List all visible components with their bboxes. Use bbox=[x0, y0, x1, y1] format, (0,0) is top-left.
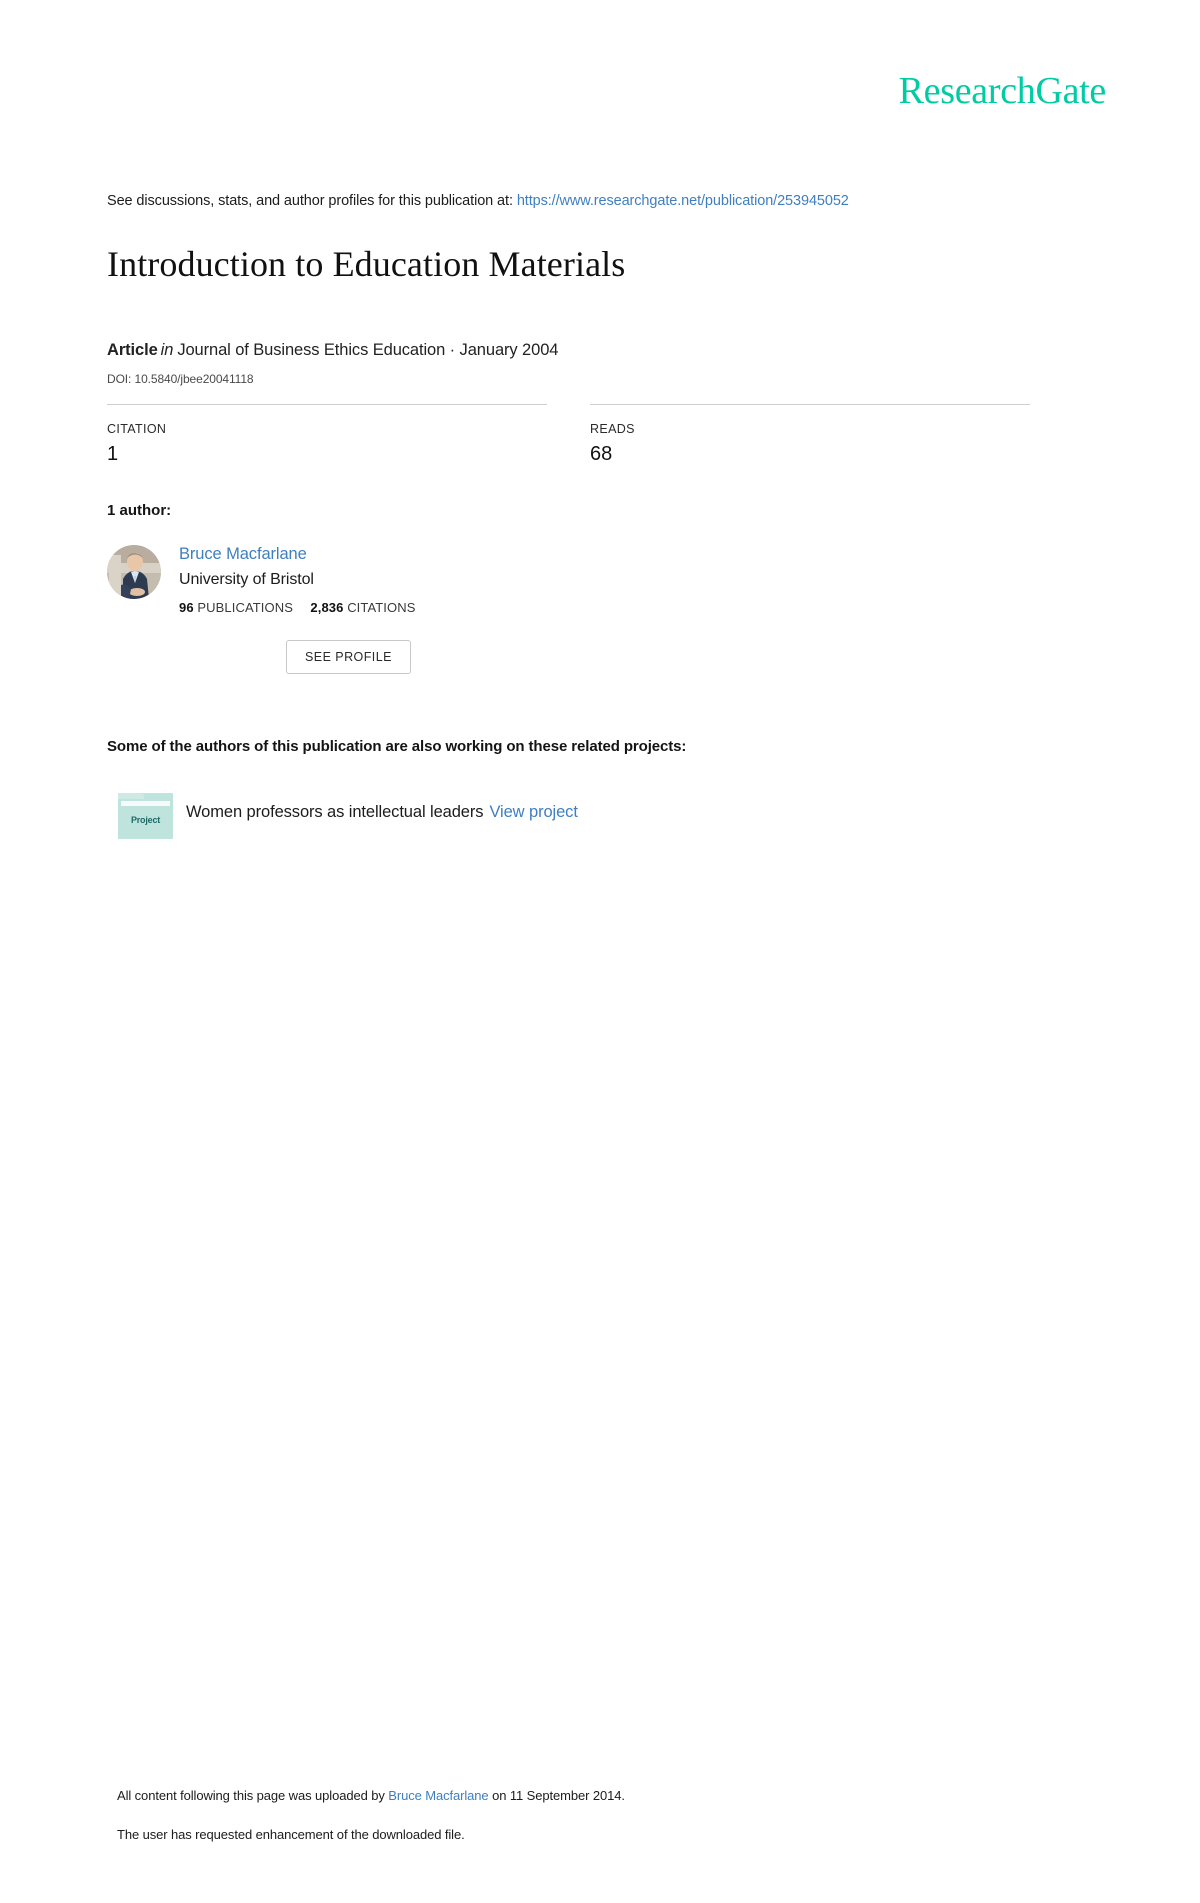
enhancement-note: The user has requested enhancement of th… bbox=[117, 1827, 465, 1842]
stat-label: READS bbox=[590, 422, 635, 436]
footer: All content following this page was uplo… bbox=[117, 1788, 1017, 1842]
stat-divider bbox=[107, 404, 547, 405]
stat-reads: READS 68 bbox=[590, 404, 1030, 466]
author-affiliation: University of Bristol bbox=[179, 571, 314, 588]
citations-count: 2,836 bbox=[310, 600, 344, 615]
publication-url-link[interactable]: https://www.researchgate.net/publication… bbox=[517, 193, 849, 209]
researchgate-logo: ResearchGate bbox=[898, 70, 1107, 112]
article-in-word: in bbox=[160, 341, 174, 359]
see-profile-button[interactable]: SEE PROFILE bbox=[286, 640, 411, 674]
project-entry: Project Women professors as intellectual… bbox=[107, 793, 907, 841]
author-name-link[interactable]: Bruce Macfarlane bbox=[179, 545, 416, 564]
avatar[interactable] bbox=[107, 545, 161, 599]
authors-heading: 1 author: bbox=[107, 502, 172, 519]
author-metrics: 96 PUBLICATIONS 2,836 CITATIONS bbox=[179, 600, 416, 615]
article-venue: Journal of Business Ethics Education · J… bbox=[177, 341, 559, 359]
project-folder-icon: Project bbox=[118, 793, 173, 839]
stat-label: CITATION bbox=[107, 422, 167, 436]
folder-strip bbox=[121, 801, 170, 806]
upload-suffix-text: on 11 September 2014. bbox=[492, 1788, 625, 1803]
upload-prefix-text: All content following this page was uplo… bbox=[117, 1788, 385, 1803]
uploader-link[interactable]: Bruce Macfarlane bbox=[388, 1788, 488, 1803]
article-type-label: Article bbox=[107, 341, 158, 359]
projects-heading: Some of the authors of this publication … bbox=[107, 738, 687, 755]
publication-cover-page: ResearchGate See discussions, stats, and… bbox=[0, 0, 1200, 1903]
citations-label: CITATIONS bbox=[347, 600, 416, 615]
view-project-link[interactable]: View project bbox=[489, 803, 577, 821]
page-title: Introduction to Education Materials bbox=[107, 244, 626, 284]
project-text: Women professors as intellectual leaders… bbox=[186, 803, 578, 822]
stat-divider bbox=[590, 404, 1030, 405]
stat-value: 68 bbox=[590, 443, 613, 465]
folder-label: Project bbox=[130, 815, 161, 825]
discussion-prefix-text: See discussions, stats, and author profi… bbox=[107, 193, 513, 209]
publications-count: 96 bbox=[179, 600, 194, 615]
avatar-photo bbox=[107, 545, 161, 599]
upload-info-line: All content following this page was uplo… bbox=[117, 1788, 1017, 1803]
project-title: Women professors as intellectual leaders bbox=[186, 803, 484, 821]
stat-value: 1 bbox=[107, 443, 119, 465]
folder-tab bbox=[118, 793, 144, 799]
author-info: Bruce Macfarlane University of Bristol 9… bbox=[179, 545, 416, 615]
publications-label: PUBLICATIONS bbox=[197, 600, 293, 615]
article-meta-line: Article in Journal of Business Ethics Educ… bbox=[107, 341, 558, 360]
doi-text: DOI: 10.5840/jbee20041118 bbox=[107, 372, 254, 386]
discussion-line: See discussions, stats, and author profi… bbox=[107, 193, 849, 209]
stat-citation: CITATION 1 bbox=[107, 404, 547, 466]
